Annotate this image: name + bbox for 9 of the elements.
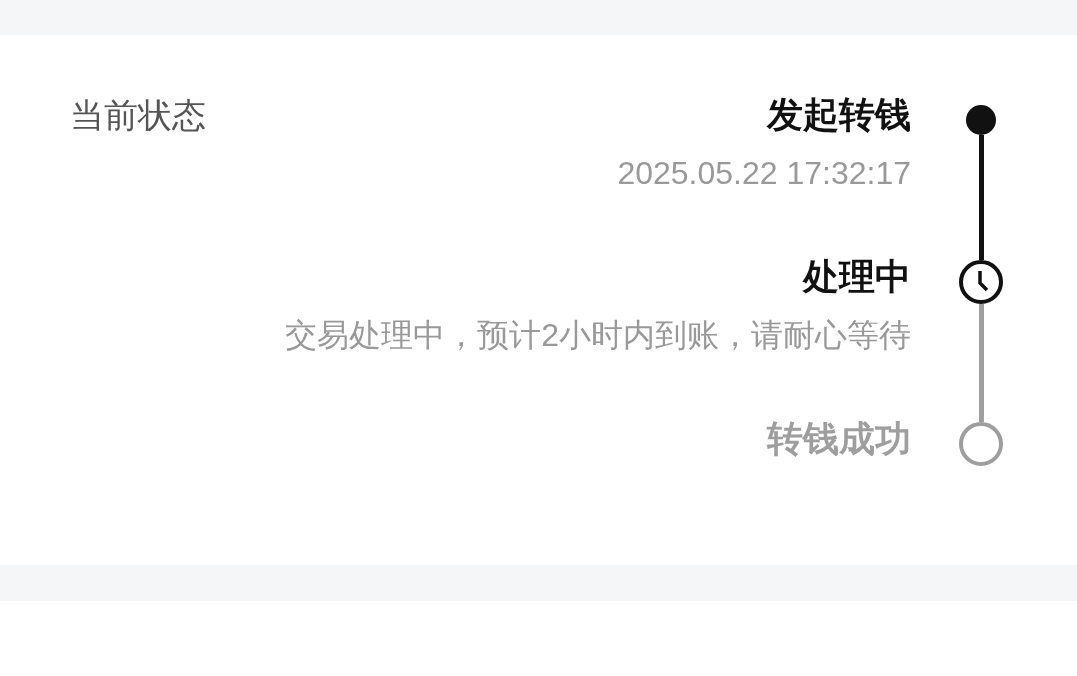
filled-dot-icon <box>966 105 996 135</box>
step-title: 处理中 <box>803 257 911 297</box>
status-label: 当前状态 <box>70 95 206 135</box>
step-time: 2025.05.22 17:32:17 <box>617 154 911 193</box>
step-description: 交易处理中，预计2小时内到账，请耐心等待 <box>285 316 911 355</box>
step-title: 转钱成功 <box>767 419 911 459</box>
clock-icon <box>959 260 1003 304</box>
empty-circle-icon <box>959 422 1003 466</box>
step-title: 发起转钱 <box>767 95 911 135</box>
